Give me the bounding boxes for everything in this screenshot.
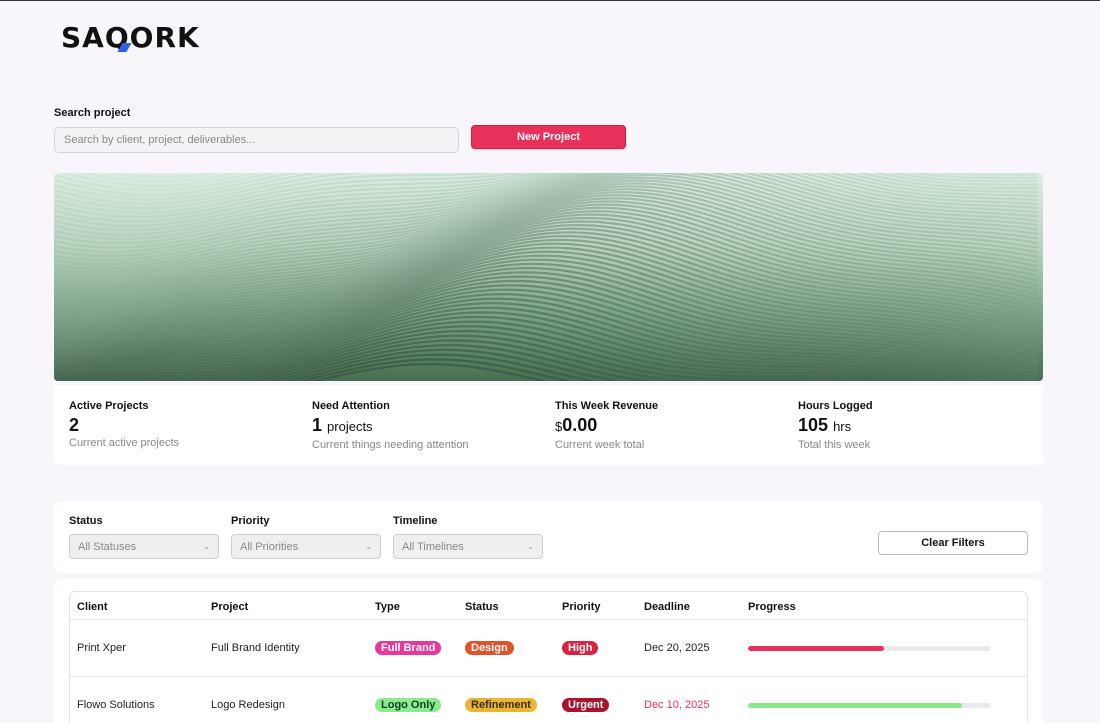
wave-landscape-image (54, 173, 1039, 381)
stat-subtitle: Total this week (798, 439, 871, 451)
new-project-button[interactable]: New Project (471, 125, 626, 149)
stat-subtitle: Current active projects (69, 437, 180, 449)
stat-hours-logged: Hours Logged 105 hrs Total this week (798, 400, 873, 451)
stat-number: 2 (69, 415, 80, 435)
column-header-deadline[interactable]: Deadline (644, 601, 690, 613)
filter-label: Status (69, 515, 103, 527)
logo-text-q: Q (104, 21, 130, 54)
column-header-client[interactable]: Client (77, 601, 108, 613)
projects-table-card: Client Project Type Status Priority Dead… (54, 579, 1043, 723)
projects-table: Client Project Type Status Priority Dead… (69, 591, 1028, 723)
select-value: All Timelines (402, 540, 464, 553)
stat-value: 2 (69, 415, 179, 435)
table-row[interactable]: Flowo Solutions Logo Redesign Logo Only … (70, 677, 1027, 723)
column-header-status[interactable]: Status (465, 601, 499, 613)
priority-badge: High (562, 641, 599, 655)
stat-need-attention: Need Attention 1 projects Current things… (312, 400, 469, 451)
stat-value: 1 projects (312, 415, 469, 437)
cell-project: Logo Redesign (211, 699, 286, 711)
stat-number: 1 (312, 415, 323, 435)
table-header: Client Project Type Status Priority Dead… (70, 592, 1027, 620)
stat-label: This Week Revenue (555, 400, 659, 412)
stat-number: 105 (798, 415, 829, 435)
stat-value: $0.00 (555, 415, 658, 437)
status-badge: Refinement (465, 698, 537, 712)
search-input[interactable] (54, 127, 459, 153)
cell-client: Flowo Solutions (77, 699, 155, 711)
progress-fill (748, 646, 885, 651)
cell-project: Full Brand Identity (211, 642, 300, 654)
stat-unit: hrs (833, 419, 852, 434)
timeline-filter: Timeline All Timelines ⌄ (393, 515, 543, 559)
logo-text-start: SA (61, 21, 105, 54)
stat-number: 0.00 (562, 415, 598, 435)
chevron-down-icon: ⌄ (365, 542, 372, 551)
priority-filter: Priority All Priorities ⌄ (231, 515, 381, 559)
select-value: All Statuses (78, 540, 137, 553)
stat-unit: projects (327, 419, 373, 434)
cell-deadline: Dec 10, 2025 (644, 699, 710, 711)
status-select[interactable]: All Statuses ⌄ (69, 534, 219, 559)
column-header-progress[interactable]: Progress (748, 601, 796, 613)
type-badge: Logo Only (375, 698, 442, 712)
filters-panel: Status All Statuses ⌄ Priority All Prior… (54, 501, 1043, 573)
stat-label: Need Attention (312, 400, 390, 412)
stat-subtitle: Current things needing attention (312, 439, 469, 451)
stats-panel: Active Projects 2 Current active project… (54, 385, 1043, 465)
filter-label: Timeline (393, 515, 438, 527)
status-filter: Status All Statuses ⌄ (69, 515, 219, 559)
clear-filters-button[interactable]: Clear Filters (878, 531, 1028, 555)
type-badge: Full Brand (375, 641, 442, 655)
column-header-project[interactable]: Project (211, 601, 248, 613)
column-header-type[interactable]: Type (375, 601, 400, 613)
brand-logo: SA Q ORK (61, 21, 200, 54)
chevron-down-icon: ⌄ (203, 542, 210, 551)
select-value: All Priorities (240, 540, 299, 553)
filter-label: Priority (231, 515, 270, 527)
progress-bar (748, 646, 991, 651)
column-header-priority[interactable]: Priority (562, 601, 601, 613)
stat-label: Active Projects (69, 400, 149, 412)
chevron-down-icon: ⌄ (527, 542, 534, 551)
stat-subtitle: Current week total (555, 439, 645, 451)
stat-active-projects: Active Projects 2 Current active project… (69, 400, 179, 449)
priority-select[interactable]: All Priorities ⌄ (231, 534, 381, 559)
cell-deadline: Dec 20, 2025 (644, 642, 710, 654)
priority-badge: Urgent (562, 698, 610, 712)
progress-fill (748, 703, 962, 708)
progress-bar (748, 703, 991, 708)
logo-text-end: ORK (129, 21, 200, 54)
status-badge: Design (465, 641, 514, 655)
table-row[interactable]: Print Xper Full Brand Identity Full Bran… (70, 620, 1027, 677)
cell-client: Print Xper (77, 642, 126, 654)
hero-banner-image (54, 173, 1043, 381)
search-label: Search project (54, 107, 131, 119)
timeline-select[interactable]: All Timelines ⌄ (393, 534, 543, 559)
stat-label: Hours Logged (798, 400, 873, 412)
stat-value: 105 hrs (798, 415, 873, 437)
stat-week-revenue: This Week Revenue $0.00 Current week tot… (555, 400, 658, 451)
